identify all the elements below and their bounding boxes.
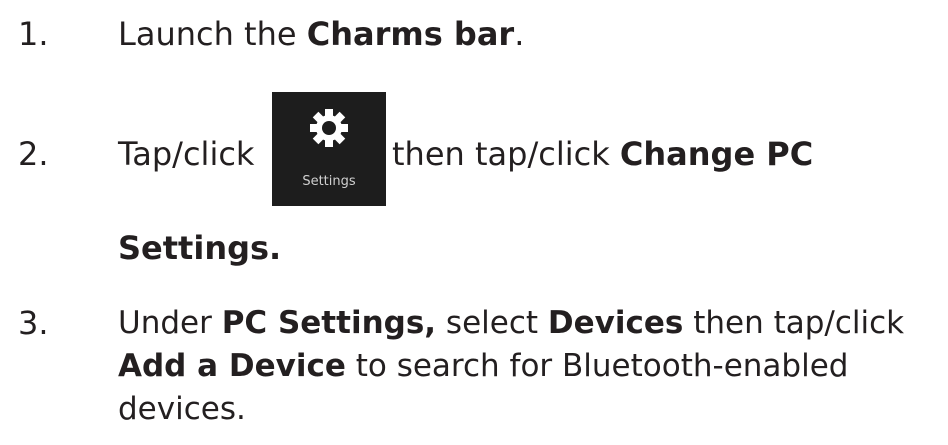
step-2-text-a: Tap/click	[118, 135, 255, 173]
step-3-line-2: Add a Device to search for Bluetooth-ena…	[118, 346, 848, 386]
step-3-then: then tap/click	[683, 305, 905, 341]
step-3-devices: Devices	[547, 305, 684, 341]
step-3-select: select	[436, 305, 548, 341]
step-3-line-1: Under PC Settings, select Devices then t…	[118, 303, 904, 343]
step-1-number: 1.	[18, 15, 49, 53]
step-1-text-a: Launch the	[118, 15, 307, 53]
step-3-pc-settings: PC Settings,	[221, 305, 437, 341]
step-1-charms-bar: Charms bar	[306, 15, 515, 53]
step-3-search: to search for Bluetooth-enabled	[345, 348, 849, 384]
step-3-line-3: devices.	[118, 391, 246, 427]
step-2-number: 2.	[18, 135, 49, 173]
step-1-text: Launch the Charms bar.	[118, 14, 524, 54]
settings-tile[interactable]: Settings	[272, 92, 386, 206]
step-3-add-device: Add a Device	[118, 348, 346, 384]
step-3-number: 3.	[18, 304, 49, 342]
step-3-under: Under	[118, 305, 222, 341]
step-1-text-c: .	[514, 15, 525, 53]
step-2-text-b: then tap/click Change PC	[392, 134, 813, 174]
settings-tile-label: Settings	[302, 174, 356, 189]
step-2-text-c: Settings.	[118, 228, 281, 268]
gear-icon	[310, 109, 348, 147]
step-2-settings: Settings.	[118, 229, 282, 267]
step-2-then: then tap/click	[392, 135, 620, 173]
step-2-change-pc: Change PC	[619, 135, 814, 173]
